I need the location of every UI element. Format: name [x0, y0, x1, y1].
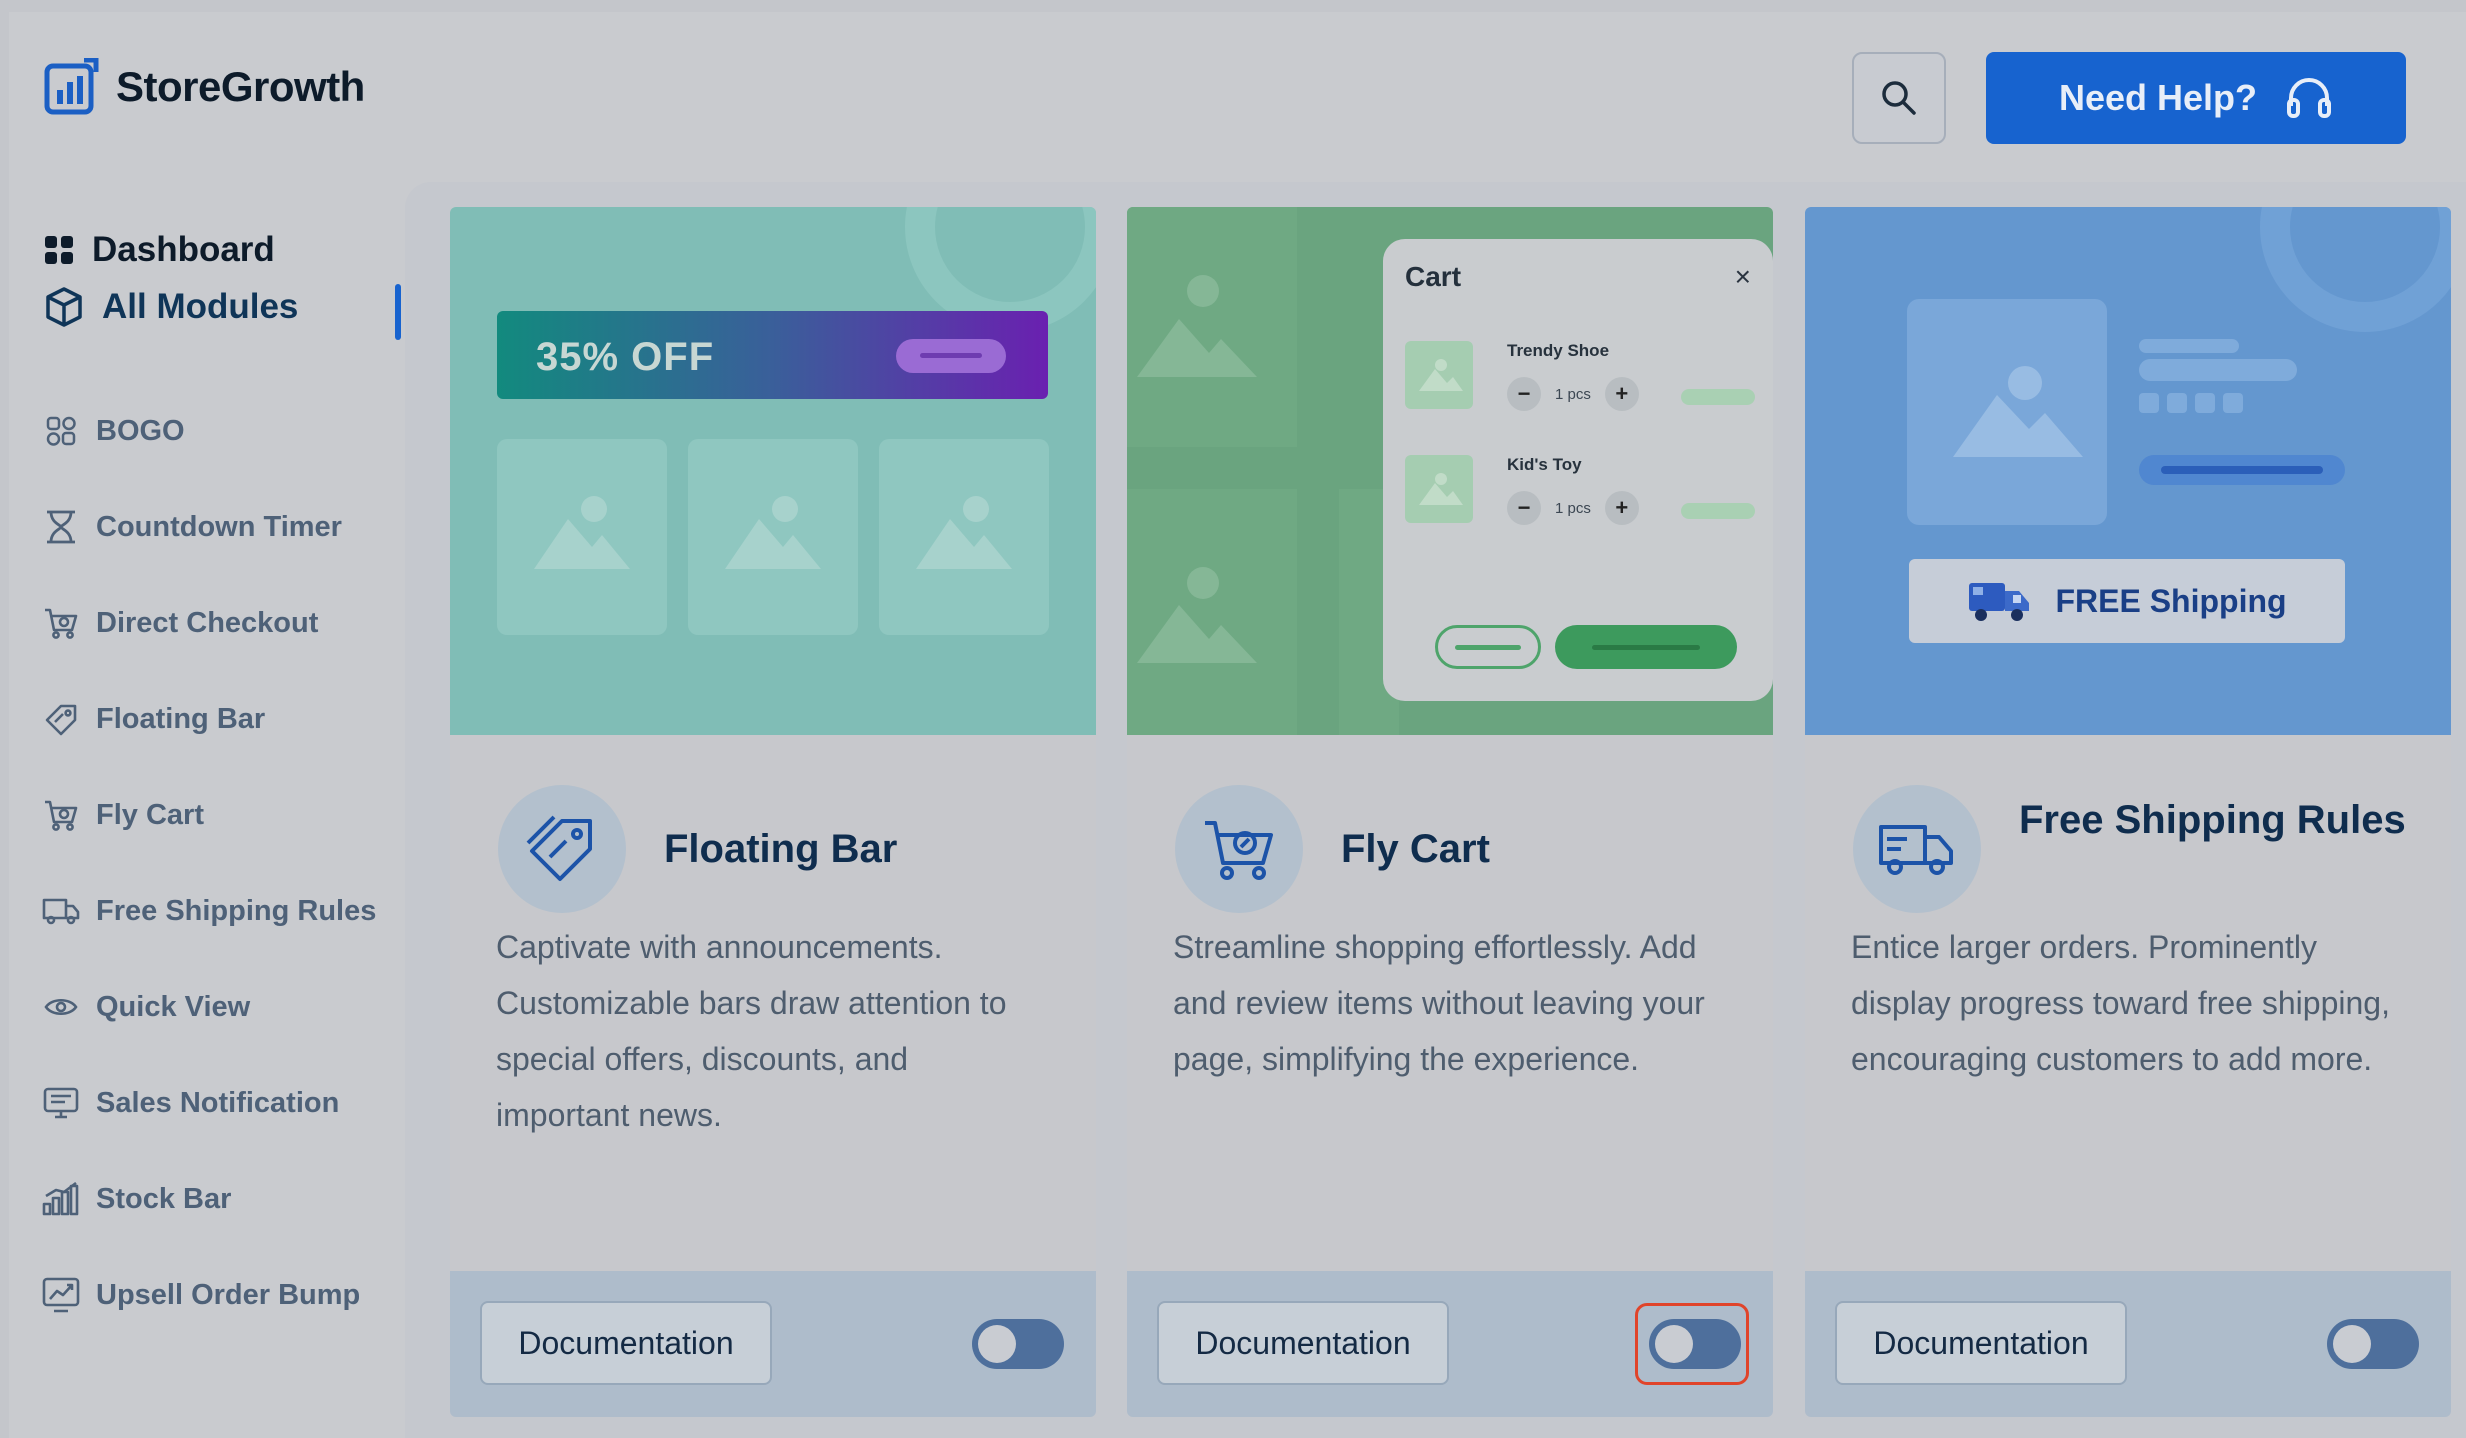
sidebar-all-modules-label: All Modules [102, 287, 299, 326]
cart-title: Cart [1405, 261, 1462, 292]
sidebar-item-bogo[interactable]: BOGO [42, 412, 185, 450]
truck-icon [1853, 785, 1981, 913]
sidebar-item-dashboard[interactable]: Dashboard [44, 230, 275, 270]
sidebar-item-upsell-order-bump[interactable]: Upsell Order Bump [42, 1276, 360, 1314]
sidebar-item-quick-view[interactable]: Quick View [42, 988, 250, 1026]
card-footer: Documentation [1127, 1271, 1773, 1417]
sidebar-item-label: Upsell Order Bump [96, 1278, 361, 1311]
search-button[interactable] [1852, 52, 1946, 144]
free-shipping-text: FREE Shipping [2055, 582, 2287, 619]
bar-chart-icon [42, 1180, 80, 1218]
sidebar-item-floating-bar[interactable]: Floating Bar [42, 700, 265, 738]
sidebar-item-label: Quick View [96, 990, 251, 1023]
free-shipping-preview: FREE Shipping [1805, 207, 2451, 735]
documentation-button[interactable]: Documentation [1157, 1301, 1449, 1385]
cart-popup: Cart × Trendy Shoe − 1 pcs + Kid's Toy −… [1383, 239, 1773, 701]
floating-bar-illustration [497, 207, 1096, 635]
documentation-button[interactable]: Documentation [480, 1301, 772, 1385]
app-name: StoreGrowth [116, 63, 365, 110]
minus-icon: − [1507, 377, 1541, 411]
fly-cart-preview: Cart × Trendy Shoe − 1 pcs + Kid's Toy −… [1127, 207, 1773, 735]
sidebar-item-label: Countdown Timer [96, 510, 342, 543]
sidebar-item-direct-checkout[interactable]: Direct Checkout [42, 604, 318, 642]
cart-item-name: Kid's Toy [1507, 455, 1582, 474]
module-card-free-shipping-rules: FREE Shipping Free Shipping Rules Entice… [1805, 207, 2451, 1417]
module-description: Streamline shopping effortlessly. Add an… [1173, 929, 1705, 1077]
toggle-knob [2333, 1325, 2371, 1363]
sidebar-item-label: Stock Bar [96, 1182, 232, 1215]
trend-icon [42, 1276, 80, 1314]
bogo-icon [42, 412, 80, 450]
free-shipping-illustration [1907, 207, 2451, 525]
cart-icon [1175, 785, 1303, 913]
sidebar-item-label: Fly Cart [96, 798, 204, 831]
secondary-button-placeholder [1435, 625, 1541, 669]
minus-icon: − [1507, 491, 1541, 525]
module-description: Captivate with announcements. Customizab… [496, 929, 1007, 1133]
grid-icon [45, 236, 73, 264]
price-placeholder [1681, 503, 1755, 519]
module-toggle[interactable] [1649, 1319, 1741, 1369]
module-title: Fly Cart [1341, 827, 1490, 871]
sidebar-item-countdown-timer[interactable]: Countdown Timer [42, 508, 342, 546]
card-footer: Documentation [1805, 1271, 2451, 1417]
quantity-stepper: − 1 pcs + [1507, 377, 1639, 411]
headset-icon [2287, 78, 2332, 118]
sidebar-dashboard-label: Dashboard [92, 230, 275, 269]
plus-icon: + [1604, 491, 1639, 525]
need-help-label: Need Help? [2058, 77, 2258, 118]
product-thumbnail [1405, 455, 1473, 523]
cart-icon [42, 604, 80, 642]
tag-icon [498, 785, 626, 913]
quantity-value: 1 pcs [1555, 499, 1591, 517]
module-toggle[interactable] [972, 1319, 1064, 1369]
quantity-stepper: − 1 pcs + [1507, 491, 1639, 525]
sidebar-item-stock-bar[interactable]: Stock Bar [42, 1180, 231, 1218]
card-footer: Documentation [450, 1271, 1096, 1417]
module-toggle[interactable] [2327, 1319, 2419, 1369]
sidebar-item-all-modules[interactable]: All Modules [44, 286, 298, 328]
discount-banner-text: 35% OFF [536, 335, 715, 379]
quantity-value: 1 pcs [1555, 385, 1591, 403]
sidebar-item-fly-cart[interactable]: Fly Cart [42, 796, 204, 834]
sidebar: Dashboard All Modules BOGO Countdown Tim… [0, 180, 401, 1438]
logo-chart-icon [44, 58, 99, 115]
tag-icon [42, 700, 80, 738]
sidebar-item-label: Direct Checkout [96, 606, 319, 639]
notification-icon [42, 1084, 80, 1122]
cart-item-name: Trendy Shoe [1507, 341, 1610, 360]
sidebar-item-label: Floating Bar [96, 702, 266, 735]
toggle-knob [978, 1325, 1016, 1363]
delivery-truck-icon [1969, 583, 2030, 621]
window-top-edge [0, 0, 2466, 12]
primary-button-placeholder [1555, 625, 1737, 669]
cart-icon [42, 796, 80, 834]
sidebar-item-free-shipping-rules[interactable]: Free Shipping Rules [42, 892, 376, 930]
app-logo[interactable]: StoreGrowth [44, 58, 365, 116]
product-thumbnail [1405, 341, 1473, 409]
sidebar-item-label: BOGO [96, 414, 185, 447]
price-placeholder [1681, 389, 1755, 405]
need-help-button[interactable]: Need Help? [1986, 52, 2406, 144]
plus-icon: + [1604, 377, 1639, 411]
hourglass-icon [42, 508, 80, 546]
truck-icon [42, 892, 80, 930]
module-title: Free Shipping Rules [2019, 798, 2406, 842]
close-icon: × [1734, 261, 1751, 292]
cube-icon [46, 287, 82, 327]
eye-icon [42, 988, 80, 1026]
module-card-floating-bar: 35% OFF Floating Bar Captivate with anno… [450, 207, 1096, 1417]
module-title: Floating Bar [664, 827, 898, 871]
free-shipping-badge: FREE Shipping [1909, 559, 2345, 643]
toggle-knob [1655, 1325, 1693, 1363]
floating-bar-preview: 35% OFF [450, 207, 1096, 735]
module-description: Entice larger orders. Prominently displa… [1851, 929, 2390, 1077]
sidebar-item-label: Free Shipping Rules [96, 894, 377, 927]
active-indicator [395, 284, 401, 340]
search-icon [1882, 81, 1916, 115]
sidebar-item-sales-notification[interactable]: Sales Notification [42, 1084, 339, 1122]
documentation-button[interactable]: Documentation [1835, 1301, 2127, 1385]
sidebar-item-label: Sales Notification [96, 1086, 340, 1119]
module-card-fly-cart: Cart × Trendy Shoe − 1 pcs + Kid's Toy −… [1127, 207, 1773, 1417]
